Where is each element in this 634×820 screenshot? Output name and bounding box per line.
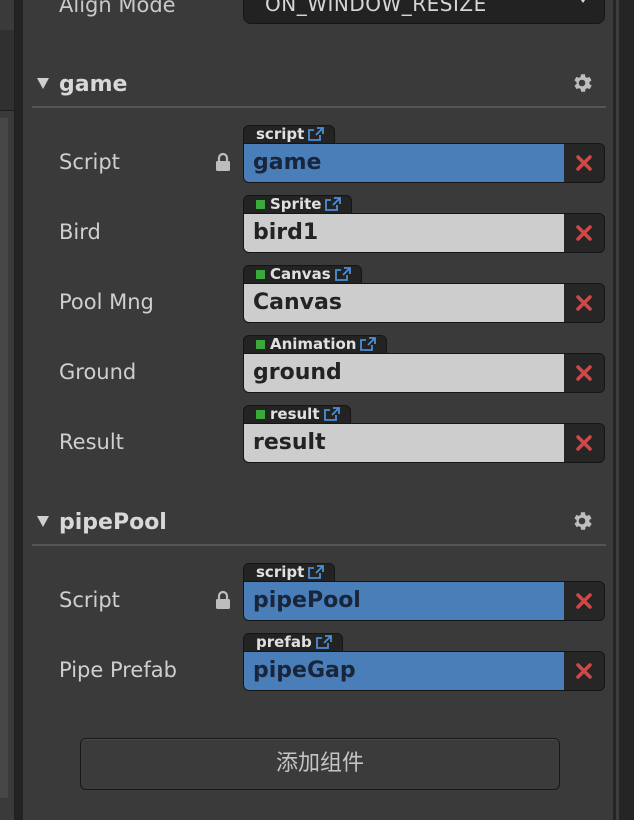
component-header-pipepool[interactable]: pipePool: [32, 508, 606, 546]
prop-label-script: Script: [59, 588, 120, 612]
section-divider: [32, 106, 606, 108]
component-header-game[interactable]: game: [32, 70, 606, 108]
field-value[interactable]: bird1: [244, 214, 564, 252]
clear-button[interactable]: [564, 424, 604, 462]
scrollbar-line: [616, 0, 619, 820]
close-icon: [576, 593, 592, 609]
type-tag-label: Canvas: [270, 265, 331, 283]
collapse-triangle-icon[interactable]: [37, 78, 49, 89]
section-divider: [32, 544, 606, 546]
clear-button[interactable]: [564, 354, 604, 392]
lock-icon: [216, 152, 230, 171]
open-link-icon[interactable]: [323, 407, 340, 421]
left-panel-tab: [0, 30, 14, 111]
type-tag-label: script: [256, 563, 305, 581]
type-tag-animation: Animation: [243, 335, 388, 353]
prop-label-pool-mng: Pool Mng: [59, 290, 154, 314]
prop-label-pipe-prefab: Pipe Prefab: [59, 658, 177, 682]
field-value[interactable]: pipePool: [244, 582, 564, 620]
gear-icon[interactable]: [570, 509, 594, 533]
left-panel-strip: [0, 0, 15, 820]
field-value[interactable]: pipeGap: [244, 652, 564, 690]
clear-button[interactable]: [564, 214, 604, 252]
prop-label-bird: Bird: [59, 220, 101, 244]
open-link-icon[interactable]: [308, 127, 325, 141]
align-mode-value: ON_WINDOW_RESIZE: [265, 0, 487, 16]
type-tag-script: script: [243, 125, 336, 143]
field-value[interactable]: ground: [244, 354, 564, 392]
open-link-icon[interactable]: [360, 337, 377, 351]
asset-field-pipe-prefab[interactable]: pipeGap: [243, 651, 605, 691]
prop-label-script: Script: [59, 150, 120, 174]
prop-label-result: Result: [59, 430, 124, 454]
add-component-button[interactable]: 添加组件: [80, 738, 560, 790]
type-tag-result: result: [243, 405, 351, 423]
clear-button[interactable]: [564, 284, 604, 322]
type-tag-prefab: prefab: [243, 633, 343, 651]
collapse-triangle-icon[interactable]: [37, 516, 49, 527]
type-tag-label: Sprite: [270, 195, 322, 213]
close-icon: [576, 435, 592, 451]
align-mode-label: Align Mode: [59, 0, 176, 17]
clear-button[interactable]: [564, 582, 604, 620]
node-indicator-icon: [256, 340, 265, 349]
clear-button[interactable]: [564, 144, 604, 182]
node-field-result[interactable]: result: [243, 423, 605, 463]
open-link-icon[interactable]: [315, 635, 332, 649]
type-tag-label: script: [256, 125, 305, 143]
clear-button[interactable]: [564, 652, 604, 690]
lock-icon: [216, 590, 230, 609]
node-indicator-icon: [256, 200, 265, 209]
align-mode-select[interactable]: ON_WINDOW_RESIZE: [243, 0, 605, 24]
left-panel-scroll[interactable]: [0, 118, 8, 798]
node-field-pool-mng[interactable]: Canvas: [243, 283, 605, 323]
asset-field-script[interactable]: pipePool: [243, 581, 605, 621]
type-tag-canvas: Canvas: [243, 265, 362, 283]
close-icon: [576, 155, 592, 171]
gear-icon[interactable]: [570, 71, 594, 95]
component-title: game: [59, 72, 128, 97]
dropdown-arrow-icon: [576, 0, 590, 3]
component-title: pipePool: [59, 510, 167, 535]
field-value[interactable]: result: [244, 424, 564, 462]
type-tag-label: result: [270, 405, 320, 423]
close-icon: [576, 295, 592, 311]
node-indicator-icon: [256, 270, 265, 279]
open-link-icon[interactable]: [334, 267, 351, 281]
node-indicator-icon: [256, 410, 265, 419]
type-tag-label: prefab: [256, 633, 312, 651]
field-value[interactable]: game: [244, 144, 564, 182]
scrollbar-track[interactable]: [613, 0, 634, 820]
open-link-icon[interactable]: [325, 197, 342, 211]
field-value[interactable]: Canvas: [244, 284, 564, 322]
asset-field-script[interactable]: game: [243, 143, 605, 183]
type-tag-script: script: [243, 563, 336, 581]
close-icon: [576, 225, 592, 241]
close-icon: [576, 663, 592, 679]
panel-splitter[interactable]: [15, 0, 23, 820]
open-link-icon[interactable]: [308, 565, 325, 579]
node-field-bird[interactable]: bird1: [243, 213, 605, 253]
node-field-ground[interactable]: ground: [243, 353, 605, 393]
type-tag-label: Animation: [270, 335, 357, 353]
prop-label-ground: Ground: [59, 360, 137, 384]
close-icon: [576, 365, 592, 381]
type-tag-sprite: Sprite: [243, 195, 353, 213]
